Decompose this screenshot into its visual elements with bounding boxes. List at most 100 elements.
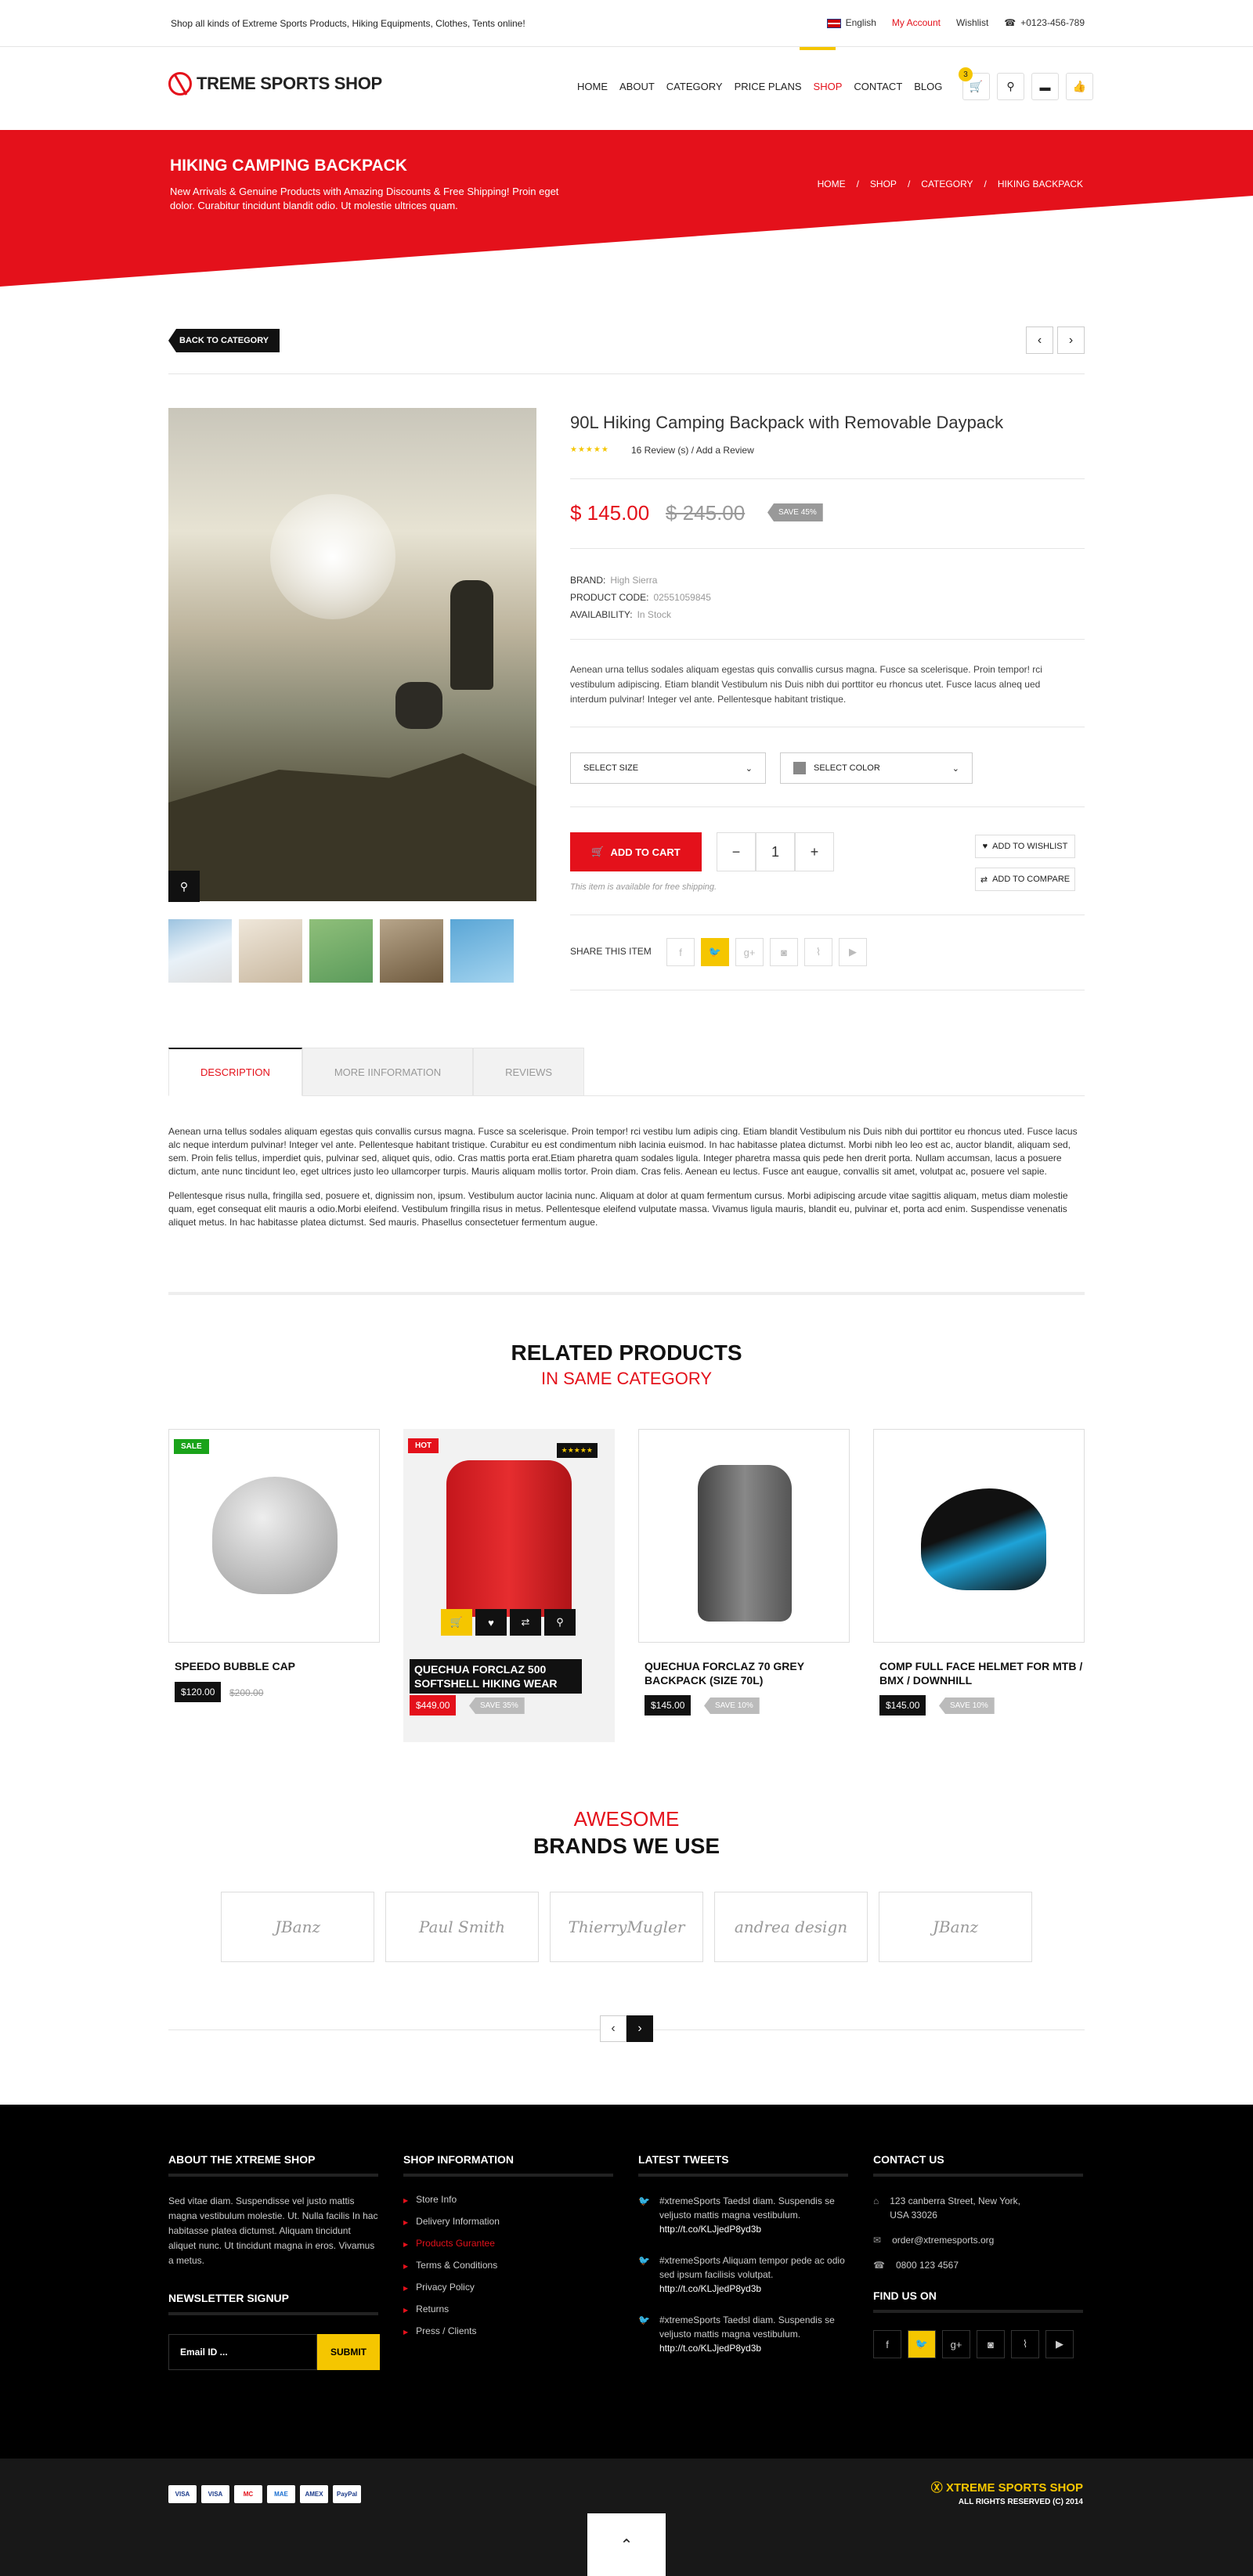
quick-cart-button[interactable]: 🛒 [441, 1609, 472, 1636]
product-name: QUECHUA FORCLAZ 70 GREY BACKPACK (SIZE 7… [645, 1660, 804, 1687]
zoom-button[interactable]: ⚲ [168, 871, 200, 902]
zoom-icon: ⚲ [179, 879, 189, 893]
twitter-link[interactable]: 🐦 [908, 2330, 936, 2358]
cart-icon: 🛒 [969, 80, 984, 92]
qty-minus-button[interactable]: − [717, 832, 756, 871]
like-button[interactable]: 👍 [1066, 73, 1093, 100]
brand-logo[interactable]: JBanz [221, 1892, 374, 1962]
tweet-link[interactable]: http://t.co/KLJjedP8yd3b [659, 2283, 761, 2294]
add-to-wishlist-button[interactable]: ♥ ADD TO WISHLIST [975, 835, 1075, 858]
quick-view-button[interactable]: ⚲ [544, 1609, 576, 1636]
add-review-link[interactable]: Add a Review [696, 445, 754, 456]
search-button[interactable]: ⚲ [997, 73, 1024, 100]
nav-contact[interactable]: CONTACT [854, 81, 902, 92]
share-buttons: f 🐦 g+ ◙ ⌇ ▶ [666, 938, 867, 966]
thumbnail[interactable] [380, 919, 443, 983]
email[interactable]: order@xtremesports.org [892, 2233, 994, 2247]
product-card[interactable]: SALE SPEEDO BUBBLE CAP $120.00 $200.00 [168, 1429, 380, 1742]
rss-icon: ⌇ [1022, 2338, 1028, 2350]
tab-description[interactable]: DESCRIPTION [168, 1048, 302, 1096]
thumbnail[interactable] [239, 919, 302, 983]
my-account-link[interactable]: My Account [892, 17, 941, 28]
tweet-link[interactable]: http://t.co/KLJjedP8yd3b [659, 2343, 761, 2354]
googleplus-share-button[interactable]: g+ [735, 938, 764, 966]
googleplus-link[interactable]: g+ [942, 2330, 970, 2358]
prev-product-button[interactable]: ‹ [1026, 327, 1053, 354]
nav-about[interactable]: ABOUT [619, 81, 655, 92]
language-select[interactable]: English [826, 17, 876, 28]
footer-link[interactable]: Store Info [403, 2189, 613, 2211]
product-name: COMP FULL FACE HELMET FOR MTB / BMX / DO… [879, 1660, 1083, 1687]
brand-logo[interactable]: Paul Smith [385, 1892, 539, 1962]
quick-wishlist-button[interactable]: ♥ [475, 1609, 507, 1636]
reviews-link[interactable]: 16 Review (s) [631, 445, 688, 456]
newsletter-email-input[interactable]: Email ID ... [168, 2334, 317, 2370]
address: 123 canberra Street, New York, USA 33026 [890, 2195, 1021, 2221]
footer-link[interactable]: Press / Clients [403, 2321, 613, 2343]
product-price: $449.00 [410, 1695, 457, 1716]
facebook-share-button[interactable]: f [666, 938, 695, 966]
cart-button[interactable]: 3 🛒 [959, 67, 990, 100]
brand-logo[interactable]: andrea design [714, 1892, 868, 1962]
brands-prev-button[interactable]: ‹ [600, 2015, 626, 2042]
breadcrumb-shop[interactable]: SHOP [870, 179, 897, 189]
product-price: $145.00 [879, 1695, 926, 1716]
add-to-compare-button[interactable]: ⇄ ADD TO COMPARE [975, 868, 1075, 891]
qty-plus-button[interactable]: + [795, 832, 834, 871]
shipping-button[interactable]: ▬ [1031, 73, 1059, 100]
newsletter-submit-button[interactable]: SUBMIT [317, 2334, 380, 2370]
wishlist-link[interactable]: Wishlist [956, 17, 988, 28]
footer-link[interactable]: Terms & Conditions [403, 2255, 613, 2277]
breadcrumb-home[interactable]: HOME [818, 179, 846, 189]
tweet-link[interactable]: http://t.co/KLJjedP8yd3b [659, 2224, 761, 2235]
phone: ☎ +0123-456-789 [1004, 17, 1085, 28]
product-price: $ 145.00 [570, 501, 650, 525]
twitter-icon: 🐦 [638, 2195, 650, 2206]
facebook-icon: f [679, 946, 682, 958]
youtube-link[interactable]: ▶ [1045, 2330, 1074, 2358]
product-card[interactable]: COMP FULL FACE HELMET FOR MTB / BMX / DO… [873, 1429, 1085, 1742]
back-to-category-button[interactable]: BACK TO CATEGORY [168, 329, 280, 352]
brand-logo[interactable]: ThierryMugler [550, 1892, 703, 1962]
rss-share-button[interactable]: ⌇ [804, 938, 832, 966]
back-to-top-button[interactable]: ⌃ [587, 2513, 666, 2576]
qty-input[interactable]: 1 [756, 832, 795, 871]
nav-price-plans[interactable]: PRICE PLANS [735, 81, 802, 92]
logo[interactable]: TREME SPORTS SHOP [168, 72, 382, 96]
instagram-share-button[interactable]: ◙ [770, 938, 798, 966]
next-product-button[interactable]: › [1057, 327, 1085, 354]
footer-link[interactable]: Returns [403, 2299, 613, 2321]
youtube-share-button[interactable]: ▶ [839, 938, 867, 966]
youtube-icon: ▶ [1056, 2338, 1063, 2350]
footer-link[interactable]: Delivery Information [403, 2211, 613, 2233]
color-select[interactable]: SELECT COLOR ⌄ [780, 752, 973, 784]
product-card[interactable]: QUECHUA FORCLAZ 70 GREY BACKPACK (SIZE 7… [638, 1429, 850, 1742]
tab-reviews[interactable]: REVIEWS [473, 1048, 585, 1096]
nav-home[interactable]: HOME [577, 81, 608, 92]
nav-category[interactable]: CATEGORY [666, 81, 723, 92]
thumbnail-strip [168, 919, 514, 983]
tweet: 🐦 #xtremeSports Aliquam tempor pede ac od… [638, 2255, 845, 2294]
brands-next-button[interactable]: › [626, 2015, 653, 2042]
brand-logo[interactable]: JBanz [879, 1892, 1032, 1962]
thumbnail[interactable] [309, 919, 373, 983]
rss-link[interactable]: ⌇ [1011, 2330, 1039, 2358]
product-card[interactable]: HOT ★★★★★ 🛒 ♥ ⇄ ⚲ QUECHUA FORCLAZ 500 SO… [403, 1429, 615, 1742]
tab-more-information[interactable]: MORE IINFORMATION [302, 1048, 474, 1096]
thumbnail[interactable] [450, 919, 514, 983]
add-to-cart-button[interactable]: 🛒 ADD TO CART [570, 832, 702, 871]
footer-link[interactable]: Products Gurantee [403, 2233, 613, 2255]
nav-blog[interactable]: BLOG [914, 81, 942, 92]
size-select[interactable]: SELECT SIZE ⌄ [570, 752, 766, 784]
quick-compare-button[interactable]: ⇄ [510, 1609, 541, 1636]
instagram-link[interactable]: ◙ [977, 2330, 1005, 2358]
facebook-link[interactable]: f [873, 2330, 901, 2358]
footer-brand: Ⓧ XTREME SPORTS SHOP [930, 2481, 1083, 2495]
footer-link[interactable]: Privacy Policy [403, 2277, 613, 2299]
breadcrumb-category[interactable]: CATEGORY [921, 179, 973, 189]
thumbnail[interactable] [168, 919, 232, 983]
twitter-share-button[interactable]: 🐦 [701, 938, 729, 966]
tweet: 🐦 #xtremeSports Taedsl diam. Suspendis se… [638, 2314, 835, 2354]
nav-shop[interactable]: SHOP [814, 81, 843, 92]
color-swatch [793, 762, 806, 774]
